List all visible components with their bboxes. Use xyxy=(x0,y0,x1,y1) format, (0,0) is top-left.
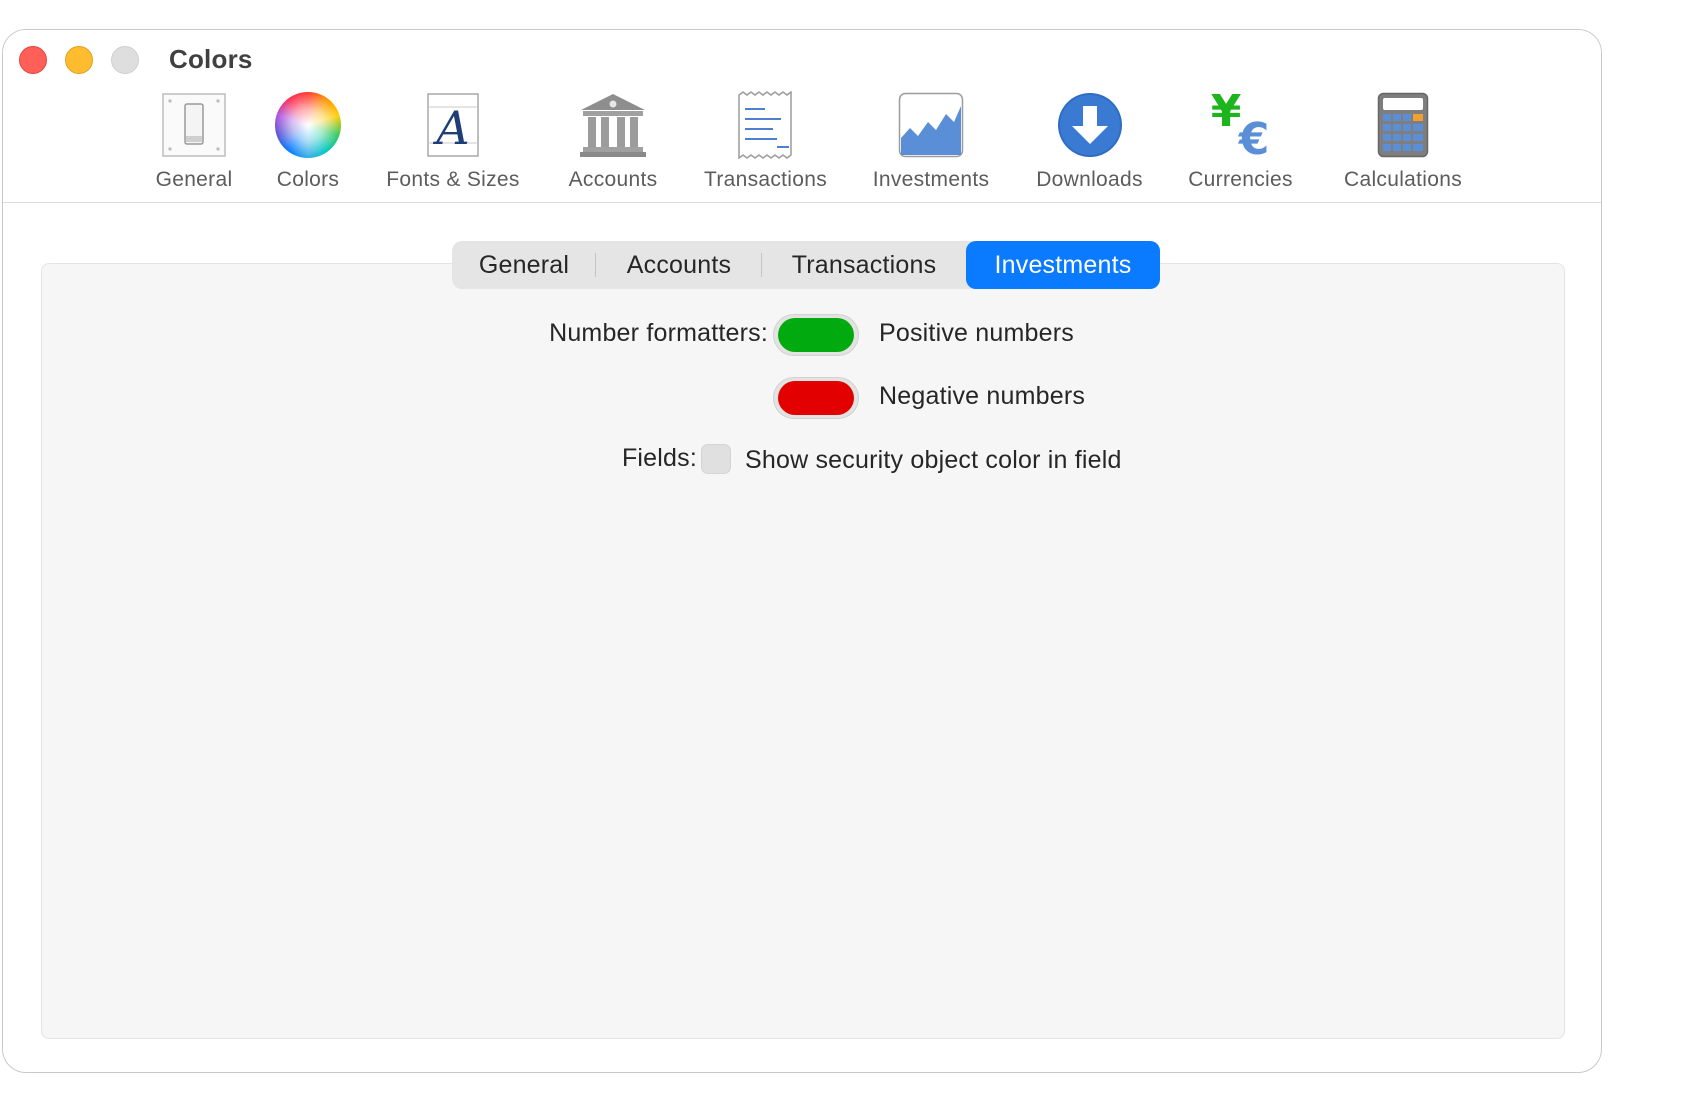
preferences-window: Colors General Colors A Fonts & Sizes Ac… xyxy=(2,29,1602,1073)
toolbar-label-transactions: Transactions xyxy=(703,168,828,191)
toolbar-item-currencies[interactable]: ¥ € Currencies xyxy=(1178,90,1303,196)
toolbar-item-accounts[interactable]: Accounts xyxy=(558,90,668,196)
negative-color-swatch xyxy=(778,381,854,415)
toolbar-label-colors: Colors xyxy=(276,168,340,191)
bank-building-icon xyxy=(578,90,648,160)
font-a-icon: A xyxy=(418,90,488,160)
toolbar-item-colors[interactable]: Colors xyxy=(263,90,353,196)
svg-text:¥: ¥ xyxy=(1210,90,1241,137)
calculator-icon xyxy=(1368,90,1438,160)
svg-text:€: € xyxy=(1237,114,1269,160)
toolbar-label-investments: Investments xyxy=(872,168,990,191)
fields-label: Fields: xyxy=(621,444,697,472)
toolbar-label-downloads: Downloads xyxy=(1036,168,1143,191)
toolbar-item-transactions[interactable]: Transactions xyxy=(693,90,838,196)
negative-numbers-label: Negative numbers xyxy=(879,382,1086,410)
tab-transactions[interactable]: Transactions xyxy=(762,241,966,289)
general-switch-icon xyxy=(159,90,229,160)
tab-investments[interactable]: Investments xyxy=(966,241,1160,289)
toolbar-label-accounts: Accounts xyxy=(568,168,658,191)
show-security-color-label: Show security object color in field xyxy=(745,446,1122,474)
toolbar-label-fonts-sizes: Fonts & Sizes xyxy=(386,168,520,191)
toolbar-item-general[interactable]: General xyxy=(144,90,244,196)
positive-numbers-label: Positive numbers xyxy=(879,319,1074,347)
minimize-window-button[interactable] xyxy=(65,46,93,74)
toolbar-item-calculations[interactable]: Calculations xyxy=(1333,90,1473,196)
show-security-color-checkbox[interactable] xyxy=(701,444,731,474)
toolbar-label-calculations: Calculations xyxy=(1344,168,1462,191)
color-wheel-icon xyxy=(273,90,343,160)
yen-euro-icon: ¥ € xyxy=(1206,90,1276,160)
area-chart-icon xyxy=(896,90,966,160)
close-window-button[interactable] xyxy=(19,46,47,74)
tab-accounts[interactable]: Accounts xyxy=(596,241,762,289)
svg-text:A: A xyxy=(432,101,469,155)
title-toolbar: Colors General Colors A Fonts & Sizes Ac… xyxy=(3,30,1601,203)
negative-color-well[interactable] xyxy=(773,377,859,419)
category-tabs: General Accounts Transactions Investment… xyxy=(452,241,1160,289)
download-arrow-icon xyxy=(1055,90,1125,160)
tab-general[interactable]: General xyxy=(452,241,596,289)
toolbar-item-fonts-sizes[interactable]: A Fonts & Sizes xyxy=(373,90,533,196)
zoom-window-button[interactable] xyxy=(111,46,139,74)
toolbar-label-general: General xyxy=(155,168,233,191)
toolbar-label-currencies: Currencies xyxy=(1188,168,1293,191)
positive-color-well[interactable] xyxy=(773,314,859,356)
window-title: Colors xyxy=(169,44,253,74)
number-formatters-label: Number formatters: xyxy=(549,319,768,347)
toolbar-item-investments[interactable]: Investments xyxy=(861,90,1001,196)
toolbar-item-downloads[interactable]: Downloads xyxy=(1027,90,1152,196)
positive-color-swatch xyxy=(778,318,854,352)
receipt-icon xyxy=(731,90,801,160)
